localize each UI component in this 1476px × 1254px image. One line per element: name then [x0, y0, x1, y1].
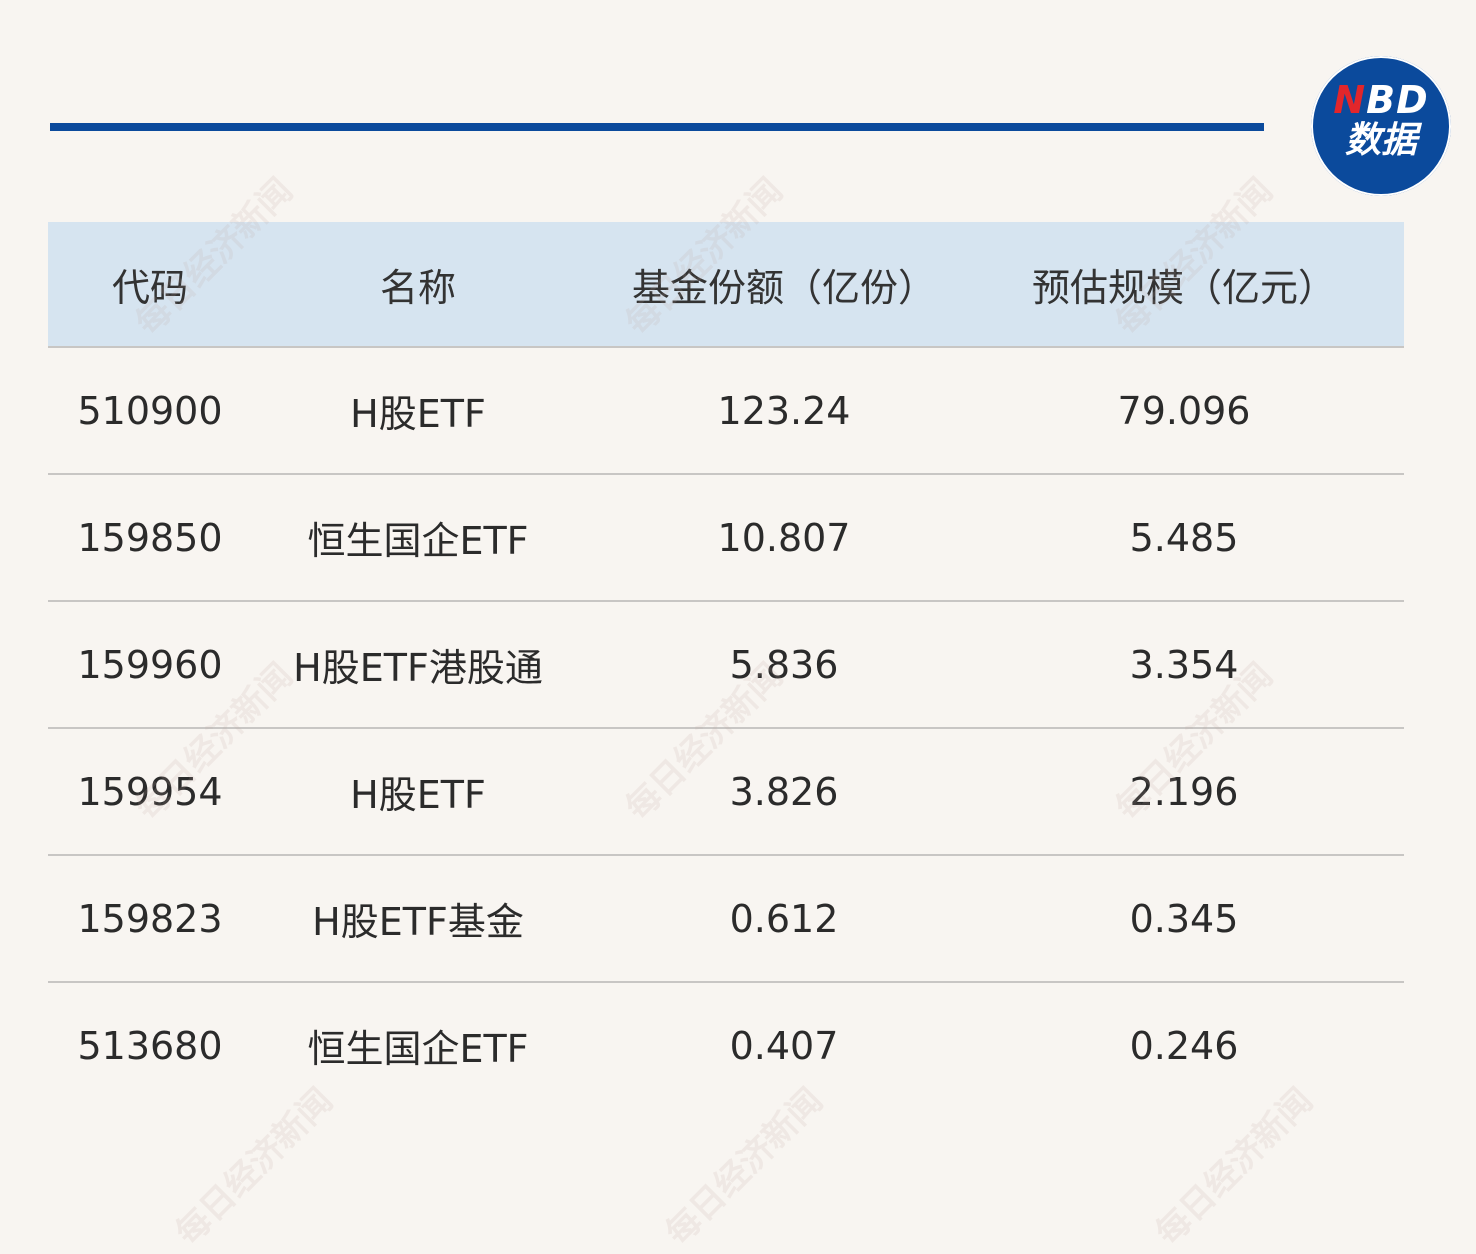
- logo-n: N: [1333, 78, 1367, 122]
- cell-estimated-scale: 0.246: [1129, 1023, 1239, 1068]
- table-row: 159960 H股ETF港股通 5.836 3.354: [48, 602, 1404, 729]
- cell-code: 159850: [77, 515, 223, 560]
- etf-table: 代码 名称 基金份额（亿份） 预估规模（亿元） 510900 H股ETF 123…: [48, 222, 1404, 1108]
- cell-fund-shares: 0.407: [729, 1023, 839, 1068]
- logo-subtitle: 数据: [1344, 120, 1417, 161]
- cell-code: 159960: [77, 642, 223, 687]
- cell-fund-shares: 3.826: [729, 769, 839, 814]
- table-row: 513680 恒生国企ETF 0.407 0.246: [48, 983, 1404, 1108]
- header-code: 代码: [111, 265, 188, 310]
- header-fund-shares: 基金份额（亿份）: [631, 265, 936, 310]
- top-rule: [50, 123, 1264, 131]
- table-row: 159823 H股ETF基金 0.612 0.345: [48, 856, 1404, 983]
- header-name: 名称: [379, 265, 456, 310]
- table-row: 159954 H股ETF 3.826 2.196: [48, 729, 1404, 856]
- cell-code: 513680: [77, 1023, 223, 1068]
- cell-fund-shares: 10.807: [717, 515, 851, 560]
- cell-name: H股ETF港股通: [293, 646, 543, 690]
- cell-estimated-scale: 0.345: [1129, 896, 1239, 941]
- logo-bd: BD: [1366, 78, 1429, 122]
- table-row: 159850 恒生国企ETF 10.807 5.485: [48, 475, 1404, 602]
- cell-name: H股ETF: [350, 392, 486, 436]
- cell-code: 159823: [77, 896, 223, 941]
- nbd-logo: NBD 数据: [1311, 56, 1451, 196]
- cell-name: 恒生国企ETF: [307, 1027, 529, 1071]
- cell-fund-shares: 0.612: [729, 896, 839, 941]
- cell-code: 510900: [77, 388, 223, 433]
- header-estimated-scale: 预估规模（亿元）: [1031, 265, 1336, 310]
- cell-name: H股ETF: [350, 773, 486, 817]
- cell-fund-shares: 5.836: [729, 642, 839, 687]
- page: NBD 数据 代码 名称 基金份额（亿份） 预估规模（亿元） 510900 H股…: [0, 0, 1476, 1253]
- cell-name: H股ETF基金: [312, 900, 524, 944]
- table-header-row: 代码 名称 基金份额（亿份） 预估规模（亿元）: [48, 222, 1404, 348]
- cell-estimated-scale: 79.096: [1117, 388, 1251, 433]
- logo-nbd-text: NBD: [1311, 80, 1451, 120]
- table-row: 510900 H股ETF 123.24 79.096: [48, 348, 1404, 475]
- cell-name: 恒生国企ETF: [307, 519, 529, 563]
- cell-code: 159954: [77, 769, 223, 814]
- cell-estimated-scale: 3.354: [1129, 642, 1239, 687]
- cell-fund-shares: 123.24: [717, 388, 851, 433]
- cell-estimated-scale: 5.485: [1129, 515, 1239, 560]
- cell-estimated-scale: 2.196: [1129, 769, 1239, 814]
